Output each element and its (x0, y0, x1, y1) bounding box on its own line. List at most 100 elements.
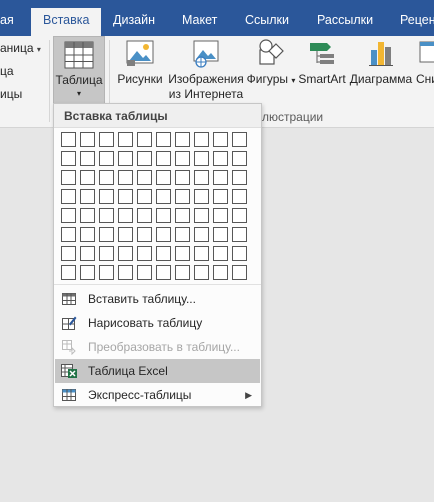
screenshot-button[interactable]: Сни (416, 38, 434, 87)
grid-cell[interactable] (194, 189, 209, 204)
grid-cell[interactable] (118, 265, 133, 280)
grid-cell[interactable] (232, 265, 247, 280)
chart-button[interactable]: Диаграмма (348, 38, 414, 87)
grid-cell[interactable] (118, 246, 133, 261)
table-size-grid[interactable] (61, 132, 247, 280)
draw-table-item[interactable]: Нарисовать таблицу (55, 311, 260, 335)
grid-cell[interactable] (118, 208, 133, 223)
grid-cell[interactable] (137, 151, 152, 166)
grid-cell[interactable] (213, 189, 228, 204)
grid-cell[interactable] (213, 170, 228, 185)
grid-cell[interactable] (61, 265, 76, 280)
grid-cell[interactable] (175, 227, 190, 242)
grid-cell[interactable] (232, 170, 247, 185)
pictures-button[interactable]: Рисунки (114, 38, 166, 87)
tab-layout[interactable]: Макет (182, 8, 217, 36)
grid-cell[interactable] (61, 227, 76, 242)
tab-review[interactable]: Реценз (400, 8, 434, 36)
grid-cell[interactable] (156, 265, 171, 280)
shapes-button[interactable]: Фигуры ▾ (246, 38, 296, 88)
grid-cell[interactable] (156, 227, 171, 242)
grid-cell[interactable] (175, 265, 190, 280)
grid-cell[interactable] (80, 170, 95, 185)
grid-cell[interactable] (175, 132, 190, 147)
grid-cell[interactable] (175, 189, 190, 204)
grid-cell[interactable] (99, 265, 114, 280)
insert-table-item[interactable]: Вставить таблицу... (55, 287, 260, 311)
grid-cell[interactable] (175, 170, 190, 185)
grid-cell[interactable] (99, 151, 114, 166)
online-pictures-button[interactable]: Изображения из Интернета (167, 38, 245, 102)
grid-cell[interactable] (232, 151, 247, 166)
grid-cell[interactable] (232, 227, 247, 242)
grid-cell[interactable] (80, 132, 95, 147)
grid-cell[interactable] (61, 132, 76, 147)
grid-cell[interactable] (137, 132, 152, 147)
tab-mailings[interactable]: Рассылки (317, 8, 373, 36)
page-item-3[interactable]: ицы (0, 87, 22, 101)
grid-cell[interactable] (99, 208, 114, 223)
grid-cell[interactable] (156, 208, 171, 223)
grid-cell[interactable] (232, 132, 247, 147)
grid-cell[interactable] (194, 151, 209, 166)
grid-cell[interactable] (80, 265, 95, 280)
quick-tables-item[interactable]: Экспресс-таблицы ▶ (55, 383, 260, 407)
grid-cell[interactable] (61, 151, 76, 166)
grid-cell[interactable] (99, 132, 114, 147)
grid-cell[interactable] (156, 151, 171, 166)
grid-cell[interactable] (118, 132, 133, 147)
grid-cell[interactable] (156, 132, 171, 147)
grid-cell[interactable] (213, 151, 228, 166)
grid-cell[interactable] (61, 189, 76, 204)
grid-cell[interactable] (175, 151, 190, 166)
grid-cell[interactable] (213, 208, 228, 223)
grid-cell[interactable] (137, 170, 152, 185)
grid-cell[interactable] (99, 246, 114, 261)
grid-cell[interactable] (137, 246, 152, 261)
page-break-item[interactable]: аница ▾ (0, 41, 41, 55)
grid-cell[interactable] (232, 246, 247, 261)
tab-home[interactable]: ая (0, 8, 14, 36)
grid-cell[interactable] (213, 246, 228, 261)
grid-cell[interactable] (80, 246, 95, 261)
grid-cell[interactable] (194, 208, 209, 223)
grid-cell[interactable] (61, 246, 76, 261)
grid-cell[interactable] (99, 189, 114, 204)
tab-references[interactable]: Ссылки (245, 8, 289, 36)
grid-cell[interactable] (194, 132, 209, 147)
grid-cell[interactable] (194, 170, 209, 185)
table-button[interactable]: Таблица ▾ (53, 36, 105, 104)
grid-cell[interactable] (156, 246, 171, 261)
grid-cell[interactable] (118, 170, 133, 185)
grid-cell[interactable] (99, 227, 114, 242)
grid-cell[interactable] (232, 208, 247, 223)
tab-design[interactable]: Дизайн (113, 8, 155, 36)
excel-table-item[interactable]: Таблица Excel (55, 359, 260, 383)
grid-cell[interactable] (213, 227, 228, 242)
grid-cell[interactable] (194, 246, 209, 261)
grid-cell[interactable] (213, 132, 228, 147)
grid-cell[interactable] (80, 151, 95, 166)
grid-cell[interactable] (118, 151, 133, 166)
grid-cell[interactable] (137, 265, 152, 280)
grid-cell[interactable] (175, 208, 190, 223)
tab-insert[interactable]: Вставка (31, 8, 102, 36)
grid-cell[interactable] (213, 265, 228, 280)
grid-cell[interactable] (156, 170, 171, 185)
grid-cell[interactable] (80, 227, 95, 242)
grid-cell[interactable] (137, 189, 152, 204)
grid-cell[interactable] (61, 170, 76, 185)
smartart-button[interactable]: SmartArt (297, 38, 347, 87)
page-item-2[interactable]: ца (0, 64, 14, 78)
grid-cell[interactable] (194, 227, 209, 242)
grid-cell[interactable] (61, 208, 76, 223)
grid-cell[interactable] (137, 208, 152, 223)
grid-cell[interactable] (194, 265, 209, 280)
grid-cell[interactable] (137, 227, 152, 242)
grid-cell[interactable] (118, 189, 133, 204)
grid-cell[interactable] (80, 189, 95, 204)
grid-cell[interactable] (232, 189, 247, 204)
grid-cell[interactable] (118, 227, 133, 242)
grid-cell[interactable] (156, 189, 171, 204)
grid-cell[interactable] (80, 208, 95, 223)
